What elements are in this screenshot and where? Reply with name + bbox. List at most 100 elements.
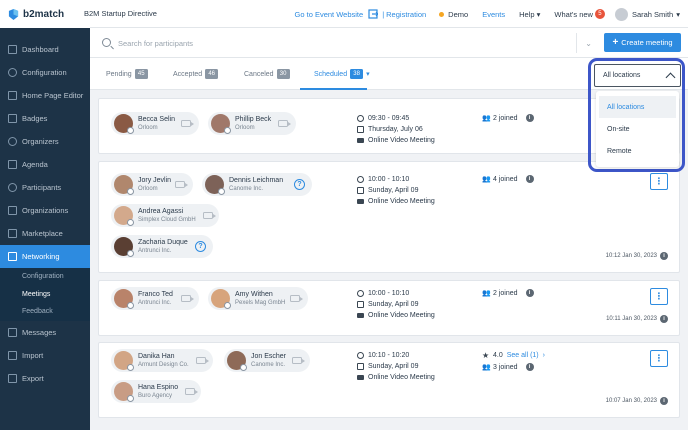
- logo[interactable]: b2match: [0, 0, 90, 28]
- import-icon: [8, 350, 17, 360]
- top-actions: Go to Event Website | Registration Demo …: [295, 0, 680, 28]
- info-icon[interactable]: i: [660, 252, 668, 260]
- participant-chip[interactable]: Becca Selin Orloom: [111, 112, 199, 135]
- sidebar-item-dashboard[interactable]: Dashboard: [0, 38, 90, 61]
- meeting-rating: ★ 4.0 See all (1) ›: [482, 350, 545, 360]
- sidebar-item-participants[interactable]: Participants: [0, 176, 90, 199]
- question-icon[interactable]: ?: [195, 241, 206, 252]
- sidebar-item-marketplace[interactable]: Marketplace: [0, 222, 90, 245]
- meeting-date: Sunday, April 09: [357, 185, 418, 195]
- create-meeting-button[interactable]: + Create meeting: [604, 33, 681, 52]
- tab-count: 45: [134, 69, 148, 79]
- location-filter-select[interactable]: All locations: [594, 64, 681, 87]
- joined-count: 👥 4 joined i: [482, 174, 534, 184]
- sidebar-item-import[interactable]: Import: [0, 344, 90, 367]
- video-camera-icon: [196, 357, 209, 364]
- participant-chip[interactable]: Amy Withen Pexels Mag GmbH: [208, 287, 308, 310]
- tab-scheduled[interactable]: Scheduled 38 ▾: [314, 69, 370, 79]
- joined-count: 👥 3 joined i: [482, 362, 534, 372]
- calendar-icon: [357, 300, 364, 308]
- video-camera-icon: [181, 120, 194, 127]
- location-option-all[interactable]: All locations: [599, 96, 676, 118]
- page-icon: [8, 91, 17, 100]
- subnav-item-feedback[interactable]: Feedback: [0, 303, 90, 321]
- networking-icon: [8, 252, 17, 261]
- sidebar-item-organizations[interactable]: Organizations: [0, 199, 90, 222]
- plus-icon: +: [612, 37, 619, 48]
- meeting-actions-button[interactable]: ⋮: [650, 288, 668, 305]
- events-link[interactable]: Events: [482, 10, 505, 19]
- help-menu[interactable]: Help ▾: [519, 10, 540, 19]
- users-icon: 👥: [482, 114, 491, 122]
- active-tab-indicator: [300, 88, 367, 90]
- participant-chip[interactable]: Andrea Agassi Simplex Cloud GmbH: [111, 204, 219, 227]
- location-option-on-site[interactable]: On-site: [599, 118, 676, 140]
- sidebar-item-export[interactable]: Export: [0, 367, 90, 390]
- sidebar-item-agenda[interactable]: Agenda: [0, 153, 90, 176]
- search-dropdown-toggle[interactable]: ⌄: [576, 33, 592, 53]
- video-camera-icon: [181, 295, 194, 302]
- video-icon: [357, 374, 364, 380]
- participant-chip[interactable]: Zacharia Duque Antrunci Inc. ?: [111, 235, 213, 258]
- demo-status-dot: [439, 11, 445, 17]
- sidebar-item-networking[interactable]: Networking: [0, 245, 90, 268]
- sidebar-item-messages[interactable]: Messages: [0, 321, 90, 344]
- participant-chip[interactable]: Danika Han Armunt Design Co.: [111, 349, 213, 372]
- meeting-card: Franco Ted Antrunci Inc. Amy Withen Pexels…: [98, 280, 680, 336]
- participant-chip[interactable]: Dennis Leichman Canome Inc. ?: [202, 173, 312, 196]
- registration-link[interactable]: Registration: [386, 10, 426, 19]
- meeting-actions-button[interactable]: ⋮: [650, 173, 668, 190]
- question-icon[interactable]: ?: [294, 179, 305, 190]
- info-icon[interactable]: i: [525, 363, 534, 371]
- created-timestamp: 10:11 Jan 30, 2023 i: [606, 315, 668, 323]
- info-icon[interactable]: i: [660, 315, 668, 323]
- participant-chip[interactable]: Jory Jevlin Orloom: [111, 173, 193, 196]
- meeting-actions-button[interactable]: ⋮: [650, 350, 668, 367]
- registration-separator: |: [382, 9, 385, 19]
- sidebar-item-configuration[interactable]: Configuration: [0, 61, 90, 84]
- chevron-right-icon: ›: [542, 351, 545, 359]
- subnav-item-configuration[interactable]: Configuration: [0, 268, 90, 286]
- export-icon: [8, 373, 17, 383]
- event-website-link[interactable]: Go to Event Website: [295, 10, 364, 19]
- meeting-date: Sunday, April 09: [357, 361, 418, 371]
- user-menu[interactable]: Sarah Smith ▾: [614, 7, 680, 21]
- tab-canceled[interactable]: Canceled 30: [244, 69, 290, 79]
- search-input[interactable]: [118, 36, 418, 50]
- participant-chip[interactable]: Jon Escher Canome Inc.: [224, 349, 310, 372]
- location-option-remote[interactable]: Remote: [599, 140, 676, 162]
- joined-count: 👥 2 joined i: [482, 113, 534, 123]
- avatar: [114, 289, 134, 309]
- info-icon[interactable]: i: [525, 175, 534, 183]
- participant-chip[interactable]: Franco Ted Antrunci Inc.: [111, 287, 199, 310]
- video-camera-icon: [292, 357, 305, 364]
- sidebar-item-badges[interactable]: Badges: [0, 107, 90, 130]
- avatar: [211, 289, 231, 309]
- chevron-down-icon: ▾: [366, 71, 370, 78]
- meeting-location: Online Video Meeting: [357, 135, 435, 145]
- avatar: [114, 206, 134, 226]
- video-camera-icon: [175, 181, 188, 188]
- sidebar-item-home-page-editor[interactable]: Home Page Editor: [0, 84, 90, 107]
- sidebar: b2match Dashboard Configuration Home Pag…: [0, 0, 90, 430]
- meeting-time: 09:30 - 09:45: [357, 113, 409, 123]
- sidebar-item-organizers[interactable]: Organizers: [0, 130, 90, 153]
- tab-pending[interactable]: Pending 45: [106, 69, 148, 79]
- dashboard-icon: [8, 45, 17, 54]
- avatar: [114, 351, 134, 371]
- see-all-feedback-link[interactable]: See all (1): [507, 352, 539, 359]
- demo-toggle[interactable]: Demo: [439, 10, 468, 19]
- video-icon: [357, 198, 364, 204]
- participant-chip[interactable]: Phillip Beck Orloom: [208, 112, 296, 135]
- info-icon[interactable]: i: [660, 397, 668, 405]
- participant-chip[interactable]: Hana Espino Buro Agency: [111, 380, 201, 403]
- info-icon[interactable]: i: [525, 114, 534, 122]
- tab-accepted[interactable]: Accepted 46: [173, 69, 219, 79]
- avatar: [614, 7, 628, 21]
- info-icon[interactable]: i: [525, 289, 534, 297]
- calendar-icon: [357, 186, 364, 194]
- organizers-icon: [8, 137, 17, 146]
- whats-new-button[interactable]: What's new 5: [554, 9, 605, 19]
- subnav-item-meetings[interactable]: Meetings: [0, 286, 90, 304]
- calendar-icon: [357, 362, 364, 370]
